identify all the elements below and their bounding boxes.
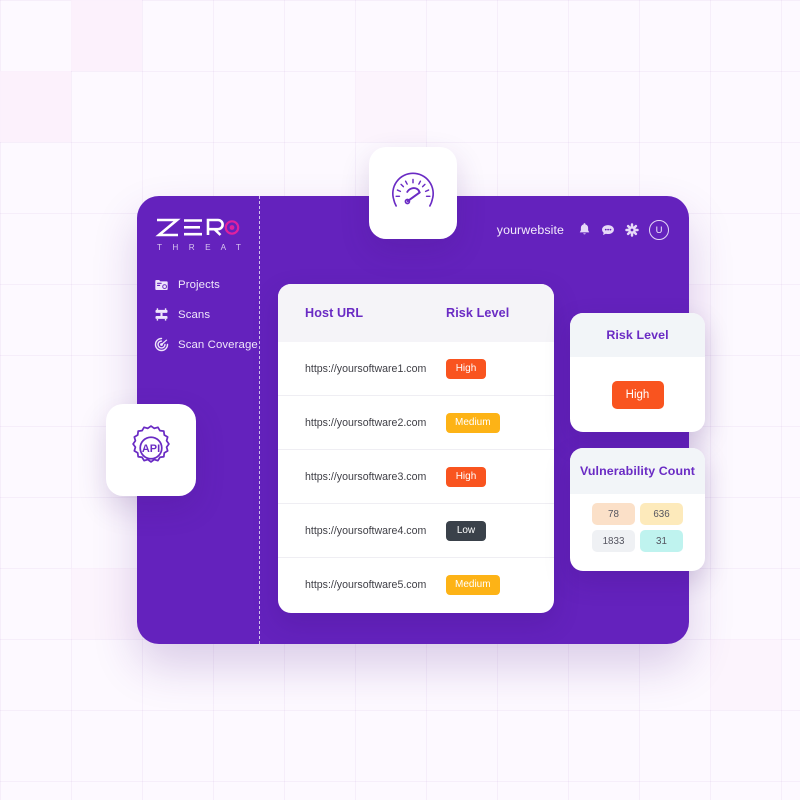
topbar: yourwebsite U [497,218,669,242]
folder-icon [153,277,169,293]
table-row[interactable]: https://yoursoftware4.com Low [278,504,554,558]
cell-risk-level: Medium [446,574,554,595]
column-header-risk-level: Risk Level [446,306,510,320]
cell-risk-level: High [446,358,554,379]
logo-zero-icon [155,218,240,237]
bg-tile [355,71,426,142]
bg-tile [71,568,142,639]
risk-badge: High [446,358,486,379]
table-header-row: Host URL Risk Level [278,284,554,342]
sidebar-item-label: Scans [178,308,211,321]
cell-host-url: https://yoursoftware5.com [305,578,427,591]
svg-text:API: API [142,443,160,455]
risk-badge: High [446,466,486,487]
risk-level-card: Risk Level High [570,313,705,432]
sidebar-item-scan-coverage[interactable]: Scan Coverage [153,334,263,355]
vulnerability-count-chip: 78 [592,503,635,525]
sidebar-nav: Projects Scans Scan Coverage [153,274,263,364]
risk-badge: Medium [446,412,500,433]
table-row[interactable]: https://yoursoftware3.com High [278,450,554,504]
risk-level-badge: High [611,380,664,409]
table-row[interactable]: https://yoursoftware1.com High [278,342,554,396]
vulnerability-count-card: Vulnerability Count 78 636 1833 31 [570,448,705,571]
gauge-tile [369,147,457,239]
table-body: https://yoursoftware1.com High https://you… [278,342,554,611]
cell-host-url: https://yoursoftware1.com [305,362,427,375]
brand-logo: T H R E A T [155,216,251,252]
risk-level-card-body: High [570,357,705,432]
avatar[interactable]: U [649,220,669,240]
radar-icon [153,337,169,353]
column-header-host-url: Host URL [305,306,364,320]
api-gear-icon: API [125,422,177,479]
sidebar-item-label: Scan Coverage [178,338,258,351]
bell-icon[interactable] [577,223,591,238]
sidebar-item-projects[interactable]: Projects [153,274,263,295]
bg-tile [710,639,781,710]
cell-risk-level: High [446,466,554,487]
cell-risk-level: Low [446,520,554,541]
vulnerability-count-card-title: Vulnerability Count [570,448,705,494]
bg-tile [0,71,71,142]
host-url-table-card: Host URL Risk Level https://yoursoftware… [278,284,554,613]
cell-risk-level: Medium [446,412,554,433]
table-row[interactable]: https://yoursoftware5.com Medium [278,558,554,611]
logo-tagline: T H R E A T [157,243,246,252]
vulnerability-count-chip: 1833 [592,530,635,552]
chat-icon[interactable] [601,223,615,238]
gear-icon[interactable] [625,223,639,238]
logo-wordmark [155,216,251,240]
cell-host-url: https://yoursoftware4.com [305,524,427,537]
sidebar-item-label: Projects [178,278,220,291]
cell-host-url: https://yoursoftware3.com [305,470,427,483]
gauge-icon [388,166,438,221]
risk-level-card-title: Risk Level [570,313,705,357]
table-row[interactable]: https://yoursoftware2.com Medium [278,396,554,450]
cell-host-url: https://yoursoftware2.com [305,416,427,429]
sidebar-divider [259,196,260,644]
risk-badge: Medium [446,574,500,595]
api-tile: API [106,404,196,496]
sidebar-item-scans[interactable]: Scans [153,304,263,325]
risk-badge: Low [446,520,486,541]
vulnerability-count-chip: 636 [640,503,683,525]
page-background: T H R E A T Projects Scans Scan Coverage… [0,0,800,800]
site-name-label: yourwebsite [496,223,564,237]
scan-icon [153,307,169,323]
vulnerability-count-chips: 78 636 1833 31 [570,494,705,552]
bg-tile [71,0,142,71]
vulnerability-count-chip: 31 [640,530,683,552]
